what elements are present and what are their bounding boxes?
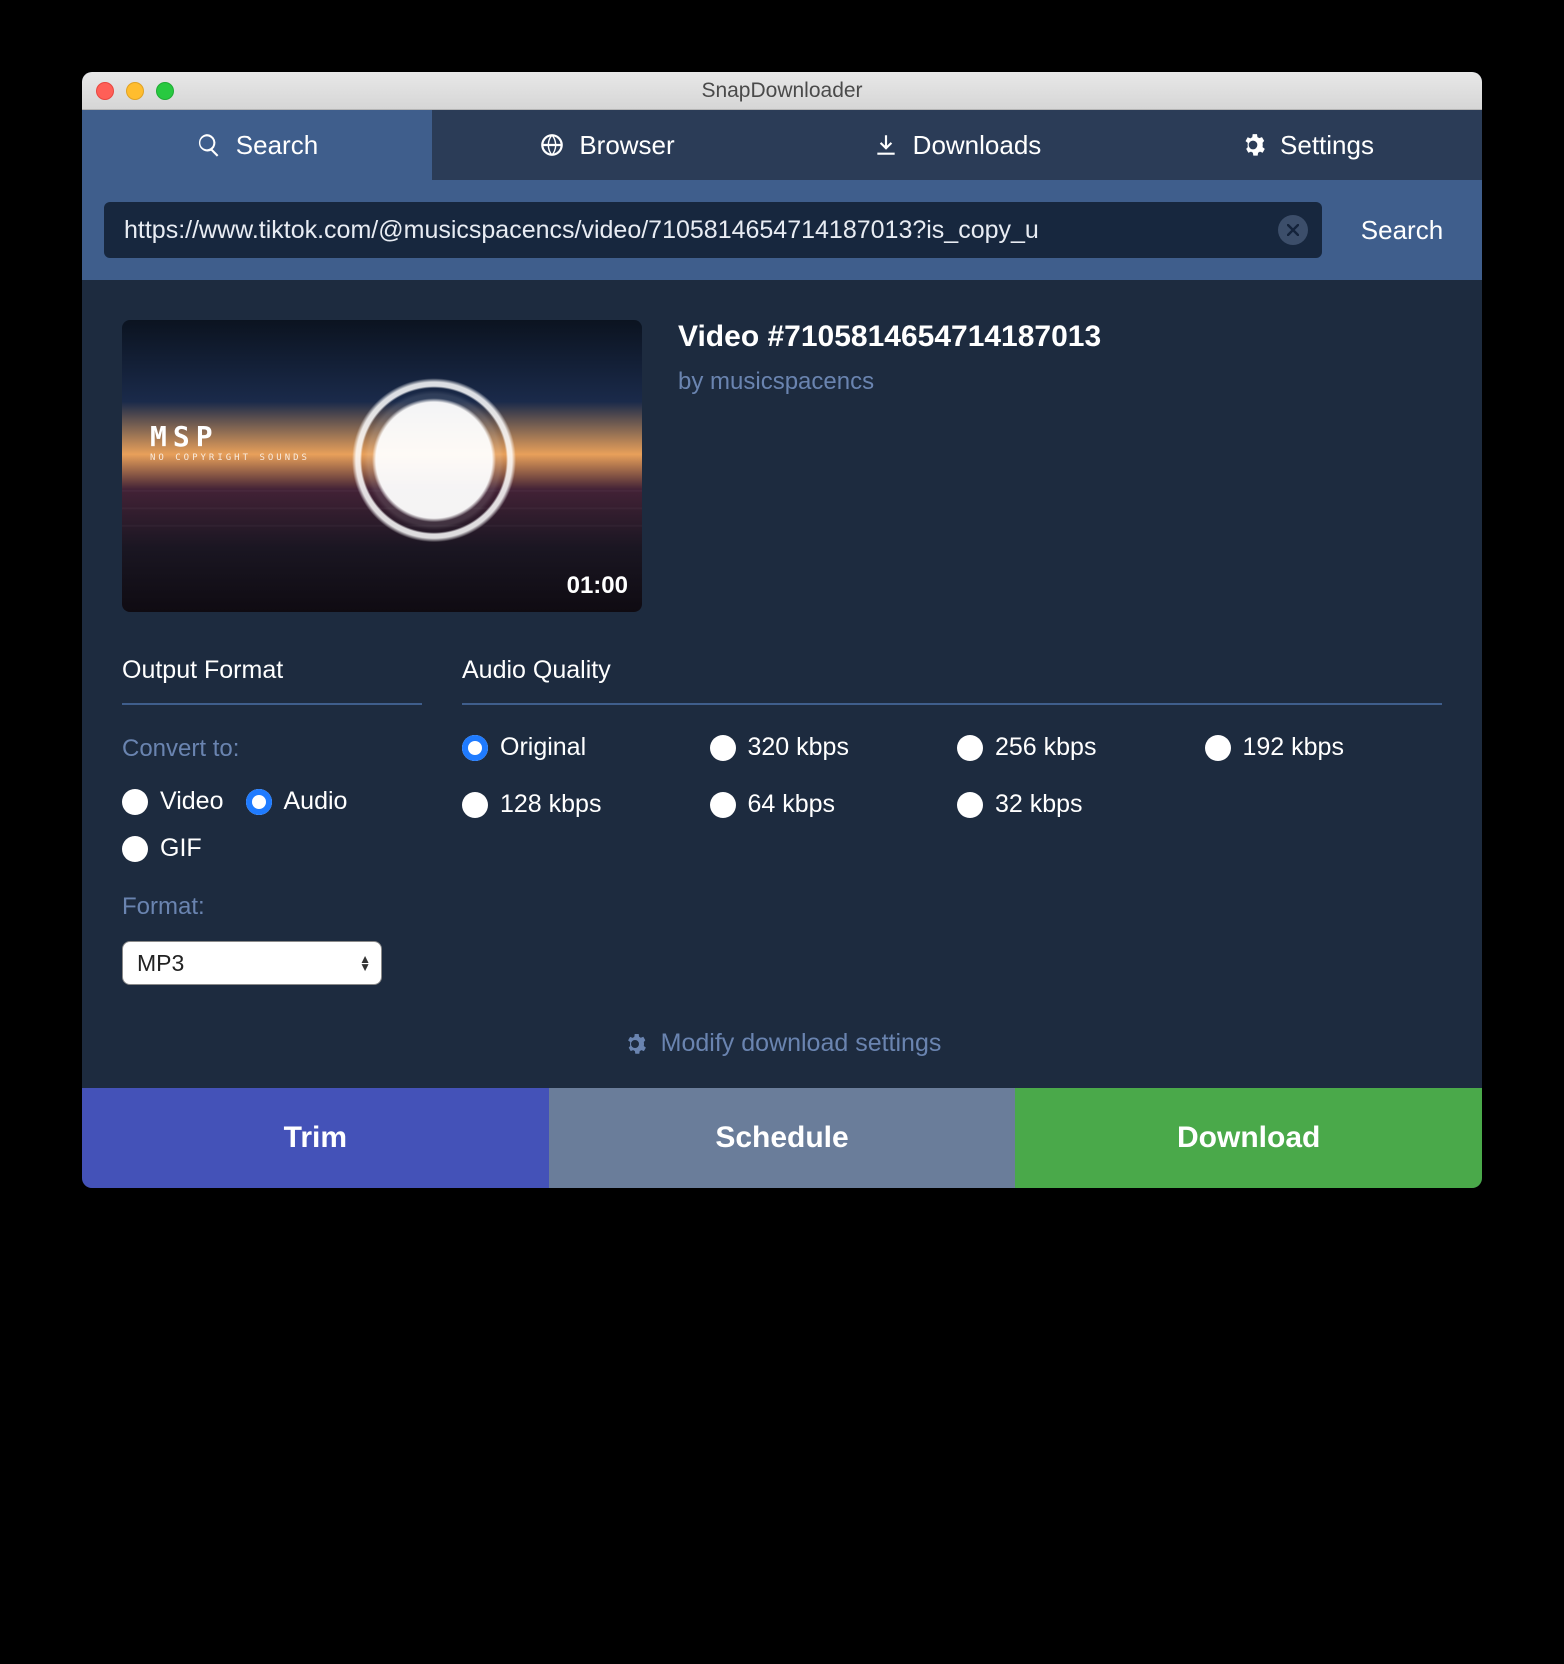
footer-actions: Trim Schedule Download [82, 1088, 1482, 1188]
format-select[interactable]: MP3 ▲▼ [122, 941, 382, 985]
format-label: Format: [122, 893, 422, 921]
output-format-heading: Output Format [122, 656, 422, 705]
radio-label: GIF [160, 834, 202, 863]
video-title: Video #7105814654714187013 [678, 320, 1101, 354]
download-button[interactable]: Download [1015, 1088, 1482, 1188]
url-input[interactable] [124, 216, 1278, 245]
close-icon [1287, 224, 1299, 236]
tab-browser[interactable]: Browser [432, 110, 782, 180]
quality-192-kbps-radio[interactable]: 192 kbps [1205, 733, 1443, 762]
radio-label: Audio [284, 787, 348, 816]
quality-256-kbps-radio[interactable]: 256 kbps [957, 733, 1195, 762]
radio-icon [710, 792, 736, 818]
app-window: SnapDownloader Search Browser Downloads … [82, 72, 1482, 1188]
quality-128-kbps-radio[interactable]: 128 kbps [462, 790, 700, 819]
video-thumbnail[interactable]: MSPNO COPYRIGHT SOUNDS 01:00 [122, 320, 642, 612]
tab-search-label: Search [236, 130, 318, 161]
radio-icon [710, 735, 736, 761]
radio-icon [957, 792, 983, 818]
modify-settings-link[interactable]: Modify download settings [122, 985, 1442, 1088]
window-title: SnapDownloader [82, 79, 1482, 103]
content-area: MSPNO COPYRIGHT SOUNDS 01:00 Video #7105… [82, 280, 1482, 1088]
radio-icon [957, 735, 983, 761]
gear-icon [1240, 132, 1266, 158]
main-tabs: Search Browser Downloads Settings [82, 110, 1482, 180]
radio-icon [462, 735, 488, 761]
gear-icon [623, 1032, 647, 1056]
radio-icon [122, 836, 148, 862]
thumbnail-logo: MSPNO COPYRIGHT SOUNDS [150, 420, 310, 463]
search-icon [196, 132, 222, 158]
quality-32-kbps-radio[interactable]: 32 kbps [957, 790, 1195, 819]
search-bar: Search [82, 180, 1482, 280]
radio-label: 256 kbps [995, 733, 1096, 762]
radio-label: Original [500, 733, 586, 762]
convert-video-radio[interactable]: Video [122, 787, 224, 816]
convert-gif-radio[interactable]: GIF [122, 834, 202, 863]
radio-icon [122, 789, 148, 815]
radio-icon [1205, 735, 1231, 761]
video-author: by musicspacencs [678, 368, 1101, 396]
radio-label: Video [160, 787, 224, 816]
convert-audio-radio[interactable]: Audio [246, 787, 348, 816]
radio-label: 64 kbps [748, 790, 836, 819]
format-select-value: MP3 [137, 950, 184, 977]
radio-icon [246, 789, 272, 815]
tab-downloads-label: Downloads [913, 130, 1042, 161]
radio-label: 192 kbps [1243, 733, 1344, 762]
quality-original-radio[interactable]: Original [462, 733, 700, 762]
output-format-section: Output Format Convert to: VideoAudioGIF … [122, 656, 422, 985]
radio-icon [462, 792, 488, 818]
chevron-updown-icon: ▲▼ [359, 955, 371, 971]
quality-64-kbps-radio[interactable]: 64 kbps [710, 790, 948, 819]
audio-quality-section: Audio Quality Original 320 kbps 256 kbps 19… [462, 656, 1442, 985]
schedule-button[interactable]: Schedule [549, 1088, 1016, 1188]
url-field [104, 202, 1322, 258]
tab-search[interactable]: Search [82, 110, 432, 180]
tab-browser-label: Browser [579, 130, 674, 161]
globe-icon [539, 132, 565, 158]
radio-label: 128 kbps [500, 790, 601, 819]
titlebar: SnapDownloader [82, 72, 1482, 110]
radio-label: 320 kbps [748, 733, 849, 762]
trim-button[interactable]: Trim [82, 1088, 549, 1188]
convert-to-label: Convert to: [122, 735, 422, 763]
search-button[interactable]: Search [1322, 202, 1482, 258]
clear-url-button[interactable] [1278, 215, 1308, 245]
radio-label: 32 kbps [995, 790, 1083, 819]
tab-downloads[interactable]: Downloads [782, 110, 1132, 180]
tab-settings-label: Settings [1280, 130, 1374, 161]
video-duration: 01:00 [567, 572, 628, 600]
download-icon [873, 132, 899, 158]
audio-quality-heading: Audio Quality [462, 656, 1442, 705]
tab-settings[interactable]: Settings [1132, 110, 1482, 180]
quality-320-kbps-radio[interactable]: 320 kbps [710, 733, 948, 762]
